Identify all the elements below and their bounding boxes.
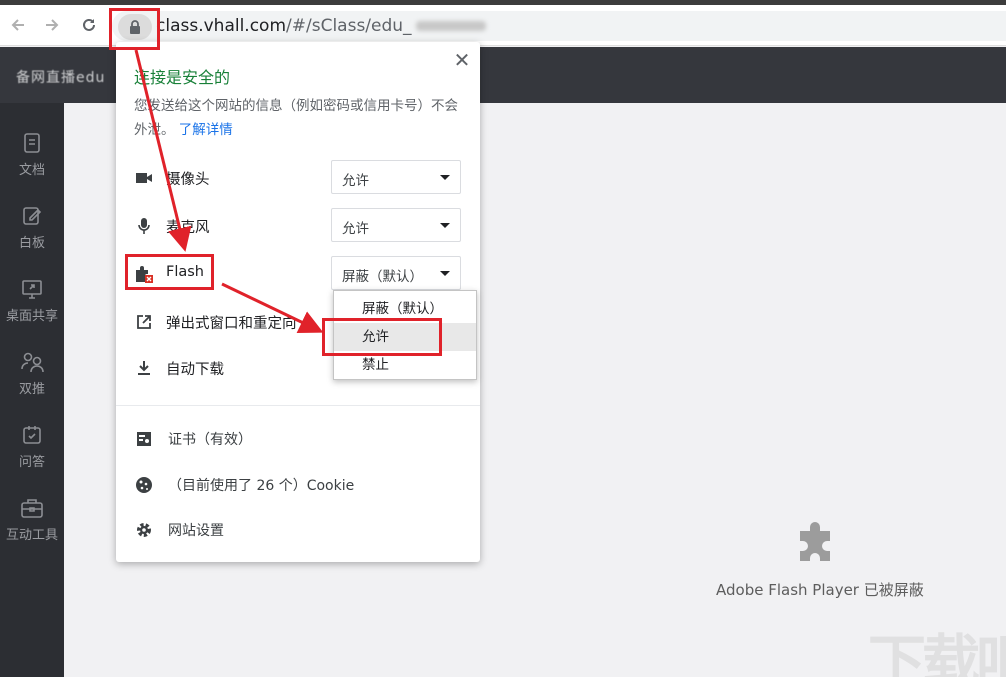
- arrow-flash-to-allow: [221, 282, 324, 334]
- annotation-arrows: [134, 49, 324, 334]
- arrow-lock-to-flash: [134, 49, 192, 252]
